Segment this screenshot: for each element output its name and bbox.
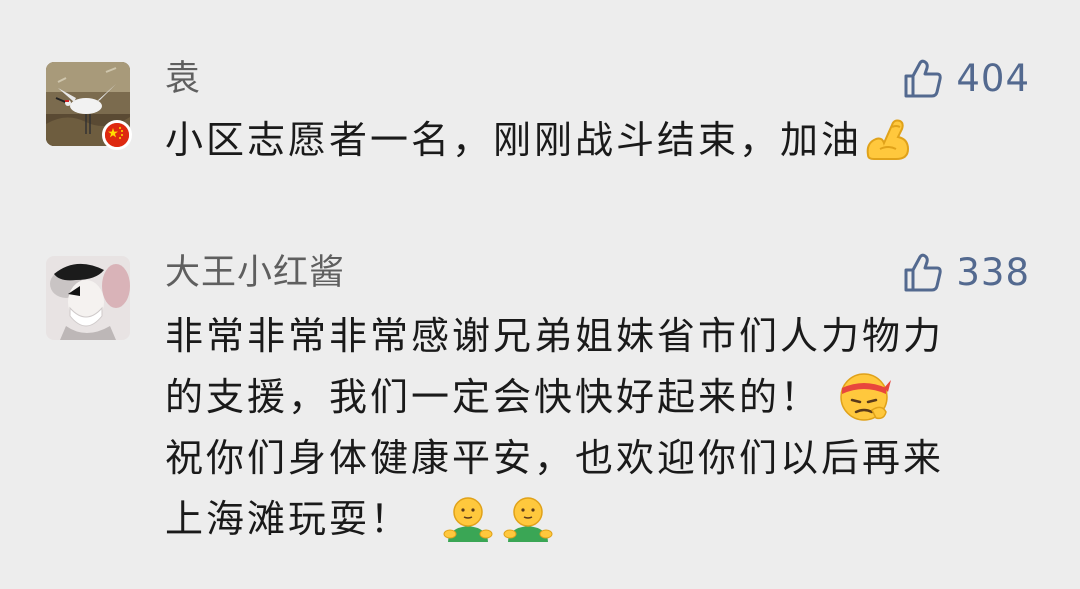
determined-face-with-headband-icon — [836, 368, 892, 424]
like-button[interactable]: 338 — [902, 250, 1030, 296]
comment-line: 非常非常非常感谢兄弟姐妹省市们人力物力 — [165, 314, 945, 358]
comment-text: 小区志愿者一名，刚刚战斗结束，加油 — [165, 110, 1045, 171]
thumbs-up-icon — [904, 253, 943, 292]
person-hugging-icon — [500, 490, 556, 546]
masked-person-photo-icon — [46, 256, 130, 340]
comment-line: 祝你们身体健康平安，也欢迎你们以后再来 — [165, 436, 945, 480]
comment-line-with-emoji: 的支援，我们一定会快快好起来的！ — [165, 367, 1045, 428]
comment-line-with-emoji: 上海滩玩耍！ — [165, 489, 1045, 550]
comment-text: 非常非常非常感谢兄弟姐妹省市们人力物力 的支援，我们一定会快快好起来的！ 祝你们… — [165, 306, 1045, 550]
username[interactable]: 大王小红酱 — [165, 250, 345, 296]
china-flag-icon — [102, 120, 132, 150]
username[interactable]: 袁 — [165, 56, 201, 102]
like-count: 404 — [956, 57, 1030, 100]
avatar[interactable] — [46, 256, 130, 340]
avatar[interactable] — [46, 62, 132, 150]
comment-line: 小区志愿者一名，刚刚战斗结束，加油 — [165, 118, 863, 162]
comment-line: 的支援，我们一定会快快好起来的！ — [165, 375, 822, 419]
like-count: 338 — [956, 251, 1030, 294]
comment-line: 上海滩玩耍！ — [165, 497, 412, 541]
person-hugging-icon — [440, 490, 496, 546]
flexed-biceps-icon — [862, 113, 914, 165]
like-button[interactable]: 404 — [902, 56, 1030, 102]
thumbs-up-icon — [904, 59, 943, 98]
